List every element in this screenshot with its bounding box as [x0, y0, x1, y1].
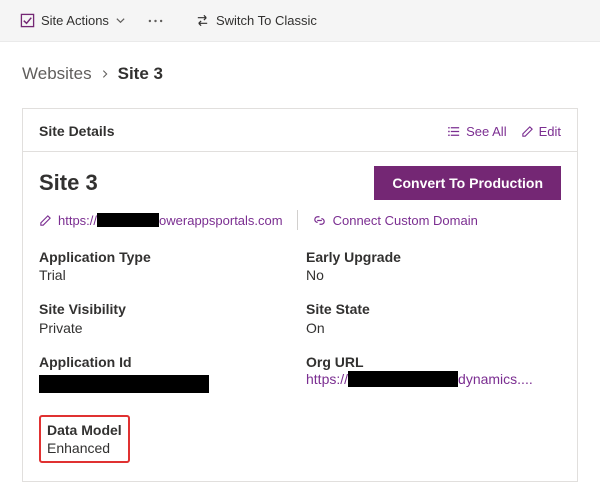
- site-details-card: Site Details See All Edit Site 3 Convert…: [22, 108, 578, 482]
- field-site-visibility: Site Visibility Private: [39, 300, 294, 336]
- site-url-suffix: owerappsportals.com: [159, 213, 283, 228]
- see-all-label: See All: [466, 124, 506, 139]
- redacted-block: [39, 375, 209, 393]
- edit-label: Edit: [539, 124, 561, 139]
- breadcrumb-parent[interactable]: Websites: [22, 64, 92, 84]
- pencil-icon: [521, 125, 534, 138]
- field-label: Early Upgrade: [306, 248, 561, 266]
- chevron-down-icon: [115, 15, 126, 26]
- org-url-prefix: https://: [306, 371, 348, 387]
- field-label: Application Type: [39, 248, 294, 266]
- breadcrumb: Websites Site 3: [0, 42, 600, 98]
- pencil-icon: [39, 214, 52, 227]
- redacted-block: [348, 371, 458, 387]
- field-value: On: [306, 319, 561, 337]
- divider: [297, 210, 298, 230]
- connect-custom-domain-label: Connect Custom Domain: [333, 213, 478, 228]
- highlight-data-model: Data Model Enhanced: [39, 415, 130, 463]
- card-header: Site Details See All Edit: [23, 109, 577, 152]
- field-application-type: Application Type Trial: [39, 248, 294, 284]
- convert-to-production-button[interactable]: Convert To Production: [374, 166, 561, 200]
- site-url-value: https:// owerappsportals.com: [58, 213, 283, 228]
- url-row: https:// owerappsportals.com Connect Cust…: [39, 210, 561, 230]
- redacted-block: [97, 213, 159, 227]
- card-title: Site Details: [39, 123, 114, 139]
- topbar: Site Actions Switch To Classic: [0, 0, 600, 42]
- site-name-heading: Site 3: [39, 170, 98, 196]
- org-url-suffix: dynamics....: [458, 371, 533, 387]
- field-site-state: Site State On: [306, 300, 561, 336]
- title-row: Site 3 Convert To Production: [39, 166, 561, 200]
- field-value: Private: [39, 319, 294, 337]
- field-label: Data Model: [47, 421, 122, 439]
- more-actions-button[interactable]: [140, 15, 171, 27]
- checkbox-checked-icon: [20, 13, 35, 28]
- field-label: Org URL: [306, 353, 561, 371]
- site-url-edit[interactable]: https:// owerappsportals.com: [39, 213, 283, 228]
- field-org-url: Org URL https:// dynamics....: [306, 353, 561, 393]
- link-icon: [312, 213, 327, 228]
- field-value: No: [306, 266, 561, 284]
- site-actions-label: Site Actions: [41, 13, 109, 28]
- site-url-prefix: https://: [58, 213, 97, 228]
- connect-custom-domain-button[interactable]: Connect Custom Domain: [312, 213, 478, 228]
- card-body: Site 3 Convert To Production https:// owe…: [23, 152, 577, 481]
- field-label: Site State: [306, 300, 561, 318]
- field-early-upgrade: Early Upgrade No: [306, 248, 561, 284]
- field-value: Trial: [39, 266, 294, 284]
- breadcrumb-current: Site 3: [118, 64, 163, 84]
- field-value: Enhanced: [47, 439, 122, 457]
- field-application-id: Application Id: [39, 353, 294, 393]
- details-grid: Application Type Trial Early Upgrade No …: [39, 248, 561, 463]
- switch-to-classic-button[interactable]: Switch To Classic: [189, 9, 323, 32]
- edit-button[interactable]: Edit: [521, 124, 561, 139]
- list-icon: [448, 125, 461, 138]
- see-all-button[interactable]: See All: [448, 124, 506, 139]
- switch-to-classic-label: Switch To Classic: [216, 13, 317, 28]
- site-actions-menu[interactable]: Site Actions: [14, 9, 132, 32]
- more-horizontal-icon: [148, 19, 163, 23]
- card-actions: See All Edit: [448, 124, 561, 139]
- field-label: Application Id: [39, 353, 294, 371]
- chevron-right-icon: [100, 66, 110, 82]
- field-label: Site Visibility: [39, 300, 294, 318]
- swap-icon: [195, 13, 210, 28]
- org-url-link[interactable]: https:// dynamics....: [306, 371, 561, 387]
